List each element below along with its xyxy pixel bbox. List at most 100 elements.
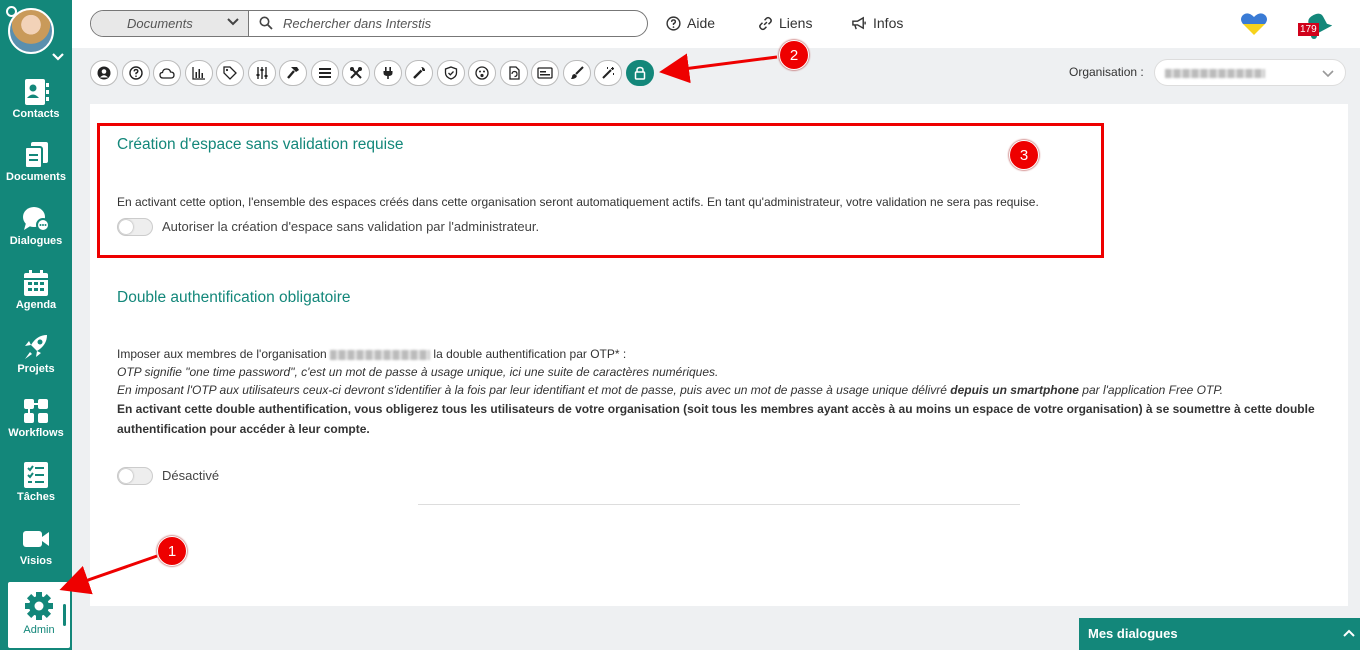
magic-wand-button[interactable]: [594, 60, 622, 86]
face-icon: [475, 66, 489, 80]
sidebar-item-visios[interactable]: Visios: [0, 525, 72, 585]
chart-icon: [191, 67, 205, 80]
tools-button[interactable]: [342, 60, 370, 86]
link-icon: [759, 16, 772, 30]
chevron-down-icon: [226, 15, 240, 34]
admin-toolbar: [90, 60, 654, 86]
security-button[interactable]: [625, 60, 654, 86]
wrench-icon: [413, 67, 425, 79]
brush-icon: [570, 66, 584, 79]
magic-wand-icon: [602, 67, 614, 79]
chevron-down-icon[interactable]: [52, 50, 64, 64]
sidebar-item-label: Documents: [6, 171, 66, 183]
2fa-line1-prefix: Imposer aux membres de l'organisation: [117, 347, 327, 361]
shield-icon: [444, 66, 457, 80]
brush-button[interactable]: [562, 60, 591, 86]
help-link[interactable]: Aide: [666, 15, 715, 31]
2fa-line1: Imposer aux membres de l'organisation la…: [117, 345, 1317, 363]
megaphone-icon: [852, 16, 866, 29]
sidebar-item-label: Tâches: [17, 491, 55, 503]
sidebar-item-agenda[interactable]: Agenda: [0, 269, 72, 329]
sidebar-item-workflows[interactable]: Workflows: [0, 397, 72, 457]
cloud-icon: [159, 68, 175, 79]
sidebar-item-label: Workflows: [8, 427, 64, 439]
sliders-icon: [256, 67, 267, 79]
annotation-marker-2: 2: [779, 40, 809, 70]
sidebar-item-label: Projets: [17, 363, 55, 375]
infos-link-label: Infos: [873, 15, 904, 31]
plug-icon: [383, 67, 392, 79]
chart-button[interactable]: [184, 60, 213, 86]
lock-icon: [634, 66, 645, 80]
card-icon: [537, 67, 553, 79]
sidebar-item-admin[interactable]: Admin: [8, 582, 70, 648]
annotation-marker-1: 1: [157, 536, 187, 566]
calendar-icon: [24, 270, 48, 296]
shield-button[interactable]: [436, 60, 465, 86]
2fa-toggle-label: Désactivé: [162, 468, 220, 483]
plug-button[interactable]: [373, 60, 402, 86]
chevron-up-icon[interactable]: [1342, 626, 1356, 643]
links-link[interactable]: Liens: [758, 15, 812, 31]
2fa-line3-suffix: par l'application Free OTP.: [1082, 383, 1224, 397]
rocket-icon: [25, 335, 47, 359]
video-icon: [23, 531, 49, 547]
sidebar-item-label: Visios: [19, 555, 53, 567]
file-refresh-button[interactable]: [499, 60, 528, 86]
user-button[interactable]: [90, 60, 118, 86]
help-icon: [666, 15, 681, 31]
2fa-line2: OTP signifie "one time password", c'est …: [117, 365, 719, 379]
sidebar-item-label: Agenda: [15, 299, 57, 311]
help-button[interactable]: [121, 60, 150, 86]
dialogs-panel[interactable]: Mes dialogues: [1079, 618, 1360, 650]
dialogs-panel-title: Mes dialogues: [1088, 626, 1178, 641]
2fa-line3-bold: depuis un smartphone: [950, 383, 1079, 397]
cloud-button[interactable]: [153, 60, 181, 86]
organisation-value-redacted: [1165, 69, 1265, 78]
sidebar: Contacts Documents Dialogues Agenda Proj…: [0, 0, 72, 650]
dialogues-icon: [23, 207, 50, 232]
tag-icon: [223, 66, 237, 80]
list-button[interactable]: [310, 60, 339, 86]
sidebar-item-dialogues[interactable]: Dialogues: [0, 205, 72, 265]
2fa-description: Imposer aux membres de l'organisation la…: [117, 345, 1317, 439]
organisation-label: Organisation :: [1069, 65, 1144, 79]
divider: [418, 504, 1020, 505]
sidebar-item-documents[interactable]: Documents: [0, 141, 72, 201]
topbar: Documents Aide Liens Infos 179: [72, 0, 1360, 48]
sidebar-item-projets[interactable]: Projets: [0, 333, 72, 393]
tasks-icon: [24, 462, 48, 488]
notification-count: 179: [1298, 23, 1319, 36]
sidebar-item-contacts[interactable]: Contacts: [0, 78, 72, 138]
face-button[interactable]: [468, 60, 496, 86]
search-scope-value: Documents: [127, 16, 193, 31]
links-link-label: Liens: [779, 15, 813, 31]
2fa-line1-suffix: la double authentification par OTP* :: [433, 347, 627, 361]
search-bar: Documents: [90, 10, 648, 37]
2fa-line3: En imposant l'OTP aux utilisateurs ceux-…: [117, 381, 1317, 399]
search-scope-select[interactable]: Documents: [91, 11, 249, 36]
2fa-toggle[interactable]: [117, 467, 153, 485]
organisation-select[interactable]: [1154, 59, 1346, 86]
annotation-highlight-box: [97, 123, 1104, 258]
tag-button[interactable]: [216, 60, 244, 86]
user-avatar[interactable]: [6, 6, 54, 54]
gear-icon: [25, 592, 53, 620]
card-button[interactable]: [531, 60, 559, 86]
organisation-name-redacted: [330, 349, 431, 360]
user-icon: [97, 66, 111, 80]
search-input[interactable]: [283, 15, 633, 32]
section-title-2fa: Double authentification obligatoire: [117, 289, 351, 306]
sidebar-item-label: Dialogues: [9, 235, 63, 247]
status-dot: [6, 6, 17, 17]
tools-icon: [350, 67, 362, 79]
workflow-icon: [24, 399, 48, 423]
infos-link[interactable]: Infos: [851, 15, 903, 31]
sidebar-item-taches[interactable]: Tâches: [0, 461, 72, 521]
active-indicator: [63, 604, 66, 626]
search-icon: [259, 16, 273, 35]
wrench-button[interactable]: [405, 60, 433, 86]
hammer-button[interactable]: [279, 60, 307, 86]
sliders-button[interactable]: [247, 60, 276, 86]
sidebar-item-label: Admin: [23, 624, 55, 636]
